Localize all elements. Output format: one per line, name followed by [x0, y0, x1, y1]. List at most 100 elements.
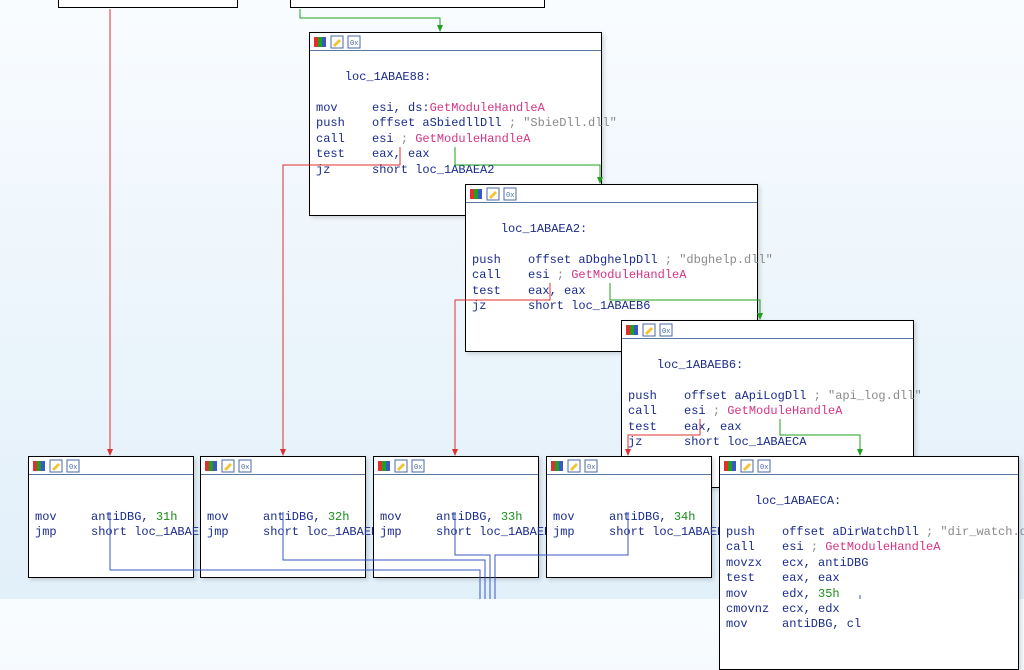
asm-mnemonic: call: [316, 132, 372, 147]
asm-operand: esi: [782, 540, 811, 554]
asm-mnemonic: test: [316, 147, 372, 162]
block-lines: movantiDBG, 34hjmpshort loc_1ABAEE8: [553, 510, 705, 541]
asm-operand: eax, eax: [372, 147, 430, 161]
svg-text:0x: 0x: [350, 40, 358, 48]
asm-comment: ; "api_log.dll": [814, 389, 922, 403]
asm-mnemonic: mov: [726, 617, 782, 632]
asm-number: 33h: [501, 510, 523, 524]
asm-operand: short loc_1ABAEB6: [528, 299, 650, 313]
asm-comment: ; "SbieDll.dll": [509, 116, 617, 130]
asm-line: jzshort loc_1ABAEB6: [472, 299, 751, 314]
block-antidbg-32h: 0x movantiDBG, 32hjmpshort loc_1ABAEE8: [200, 456, 366, 578]
asm-mnemonic: mov: [316, 101, 372, 116]
asm-line: movzxecx, antiDBG: [726, 556, 1012, 571]
asm-operand: short loc_1ABAEA2: [372, 163, 494, 177]
asm-function: GetModuleHandleA: [415, 132, 530, 146]
asm-operand: offset aDirWatchDll: [782, 525, 926, 539]
asm-line: pushoffset aDirWatchDll ; "dir_watch.dll…: [726, 525, 1012, 540]
asm-mnemonic: mov: [35, 510, 91, 525]
hex-icon: 0x: [238, 459, 252, 473]
asm-comment: ;: [811, 540, 825, 554]
pencil-icon: [49, 459, 63, 473]
asm-mnemonic: push: [726, 525, 782, 540]
asm-line: jzshort loc_1ABAECA: [628, 435, 907, 450]
asm-number: 34h: [674, 510, 696, 524]
block-cutoff-left: [58, 0, 238, 8]
asm-operand: ecx, edx: [782, 602, 840, 616]
asm-mnemonic: jmp: [35, 525, 91, 540]
asm-operand: edx,: [782, 587, 818, 601]
asm-mnemonic: jz: [472, 299, 528, 314]
asm-operand: antiDBG,: [609, 510, 674, 524]
asm-line: jmpshort loc_1ABAEE8: [207, 525, 359, 540]
asm-mnemonic: mov: [553, 510, 609, 525]
asm-line: cmovnzecx, edx: [726, 602, 1012, 617]
asm-operand: eax, eax: [782, 571, 840, 585]
block-loc-1abaeca: 0x loc_1ABAECA: pushoffset aDirWatchDll …: [719, 456, 1019, 670]
pencil-icon: [567, 459, 581, 473]
block-antidbg-34h: 0x movantiDBG, 34hjmpshort loc_1ABAEE8: [546, 456, 712, 578]
svg-text:0x: 0x: [506, 192, 514, 200]
colorbars-icon: [204, 459, 218, 473]
asm-mnemonic: cmovnz: [726, 602, 782, 617]
colorbars-icon: [723, 459, 737, 473]
asm-operand: offset aDbghelpDll: [528, 253, 665, 267]
asm-operand: offset aSbiedllDll: [372, 116, 509, 130]
asm-line: movantiDBG, 32h: [207, 510, 359, 525]
pencil-icon: [486, 187, 500, 201]
block-toolbar: 0x: [466, 185, 757, 203]
block-toolbar: 0x: [201, 457, 365, 475]
asm-function: GetModuleHandleA: [571, 268, 686, 282]
asm-line: jmpshort loc_1ABAEE8: [35, 525, 187, 540]
asm-comment: ;: [713, 404, 727, 418]
asm-line: testeax, eax: [316, 147, 595, 162]
asm-line: testeax, eax: [628, 420, 907, 435]
block-toolbar: 0x: [29, 457, 193, 475]
block-cutoff-right: [290, 0, 545, 8]
asm-number: 32h: [328, 510, 350, 524]
asm-line: jzshort loc_1ABAEA2: [316, 163, 595, 178]
asm-line: callesi ; GetModuleHandleA: [628, 404, 907, 419]
asm-line: movesi, ds:GetModuleHandleA: [316, 101, 595, 116]
asm-number: 35h: [818, 587, 840, 601]
svg-text:0x: 0x: [760, 464, 768, 472]
asm-line: pushoffset aDbghelpDll ; "dbghelp.dll": [472, 253, 751, 268]
asm-function: GetModuleHandleA: [430, 101, 545, 115]
block-lines: movesi, ds:GetModuleHandleApushoffset aS…: [316, 101, 595, 178]
asm-line: movantiDBG, 34h: [553, 510, 705, 525]
asm-operand: antiDBG,: [263, 510, 328, 524]
asm-mnemonic: mov: [380, 510, 436, 525]
block-lines: movantiDBG, 32hjmpshort loc_1ABAEE8: [207, 510, 359, 541]
asm-line: movantiDBG, 33h: [380, 510, 532, 525]
asm-operand: esi, ds:: [372, 101, 430, 115]
asm-comment: ;: [401, 132, 415, 146]
block-toolbar: 0x: [720, 457, 1018, 475]
hex-icon: 0x: [66, 459, 80, 473]
block-lines: pushoffset aApiLogDll ; "api_log.dll"cal…: [628, 389, 907, 450]
pencil-icon: [394, 459, 408, 473]
asm-mnemonic: test: [628, 420, 684, 435]
asm-line: movantiDBG, 31h: [35, 510, 187, 525]
pencil-icon: [642, 323, 656, 337]
colorbars-icon: [313, 35, 327, 49]
asm-comment: ;: [557, 268, 571, 282]
asm-operand: offset aApiLogDll: [684, 389, 814, 403]
colorbars-icon: [377, 459, 391, 473]
hex-icon: 0x: [757, 459, 771, 473]
pencil-icon: [740, 459, 754, 473]
svg-text:0x: 0x: [662, 328, 670, 336]
block-label: loc_1ABAEB6:: [657, 358, 743, 372]
block-label: loc_1ABAE88:: [345, 70, 431, 84]
asm-operand: short loc_1ABAECA: [684, 435, 806, 449]
hex-icon: 0x: [347, 35, 361, 49]
block-lines: pushoffset aDirWatchDll ; "dir_watch.dll…: [726, 525, 1012, 633]
asm-comment: ; "dbghelp.dll": [665, 253, 773, 267]
block-label: loc_1ABAECA:: [755, 494, 841, 508]
block-toolbar: 0x: [547, 457, 711, 475]
asm-line: pushoffset aSbiedllDll ; "SbieDll.dll": [316, 116, 595, 131]
asm-operand: antiDBG,: [436, 510, 501, 524]
asm-line: movedx, 35h: [726, 587, 1012, 602]
svg-text:0x: 0x: [414, 464, 422, 472]
block-antidbg-33h: 0x movantiDBG, 33hjmpshort loc_1ABAEE8: [373, 456, 539, 578]
asm-mnemonic: test: [472, 284, 528, 299]
